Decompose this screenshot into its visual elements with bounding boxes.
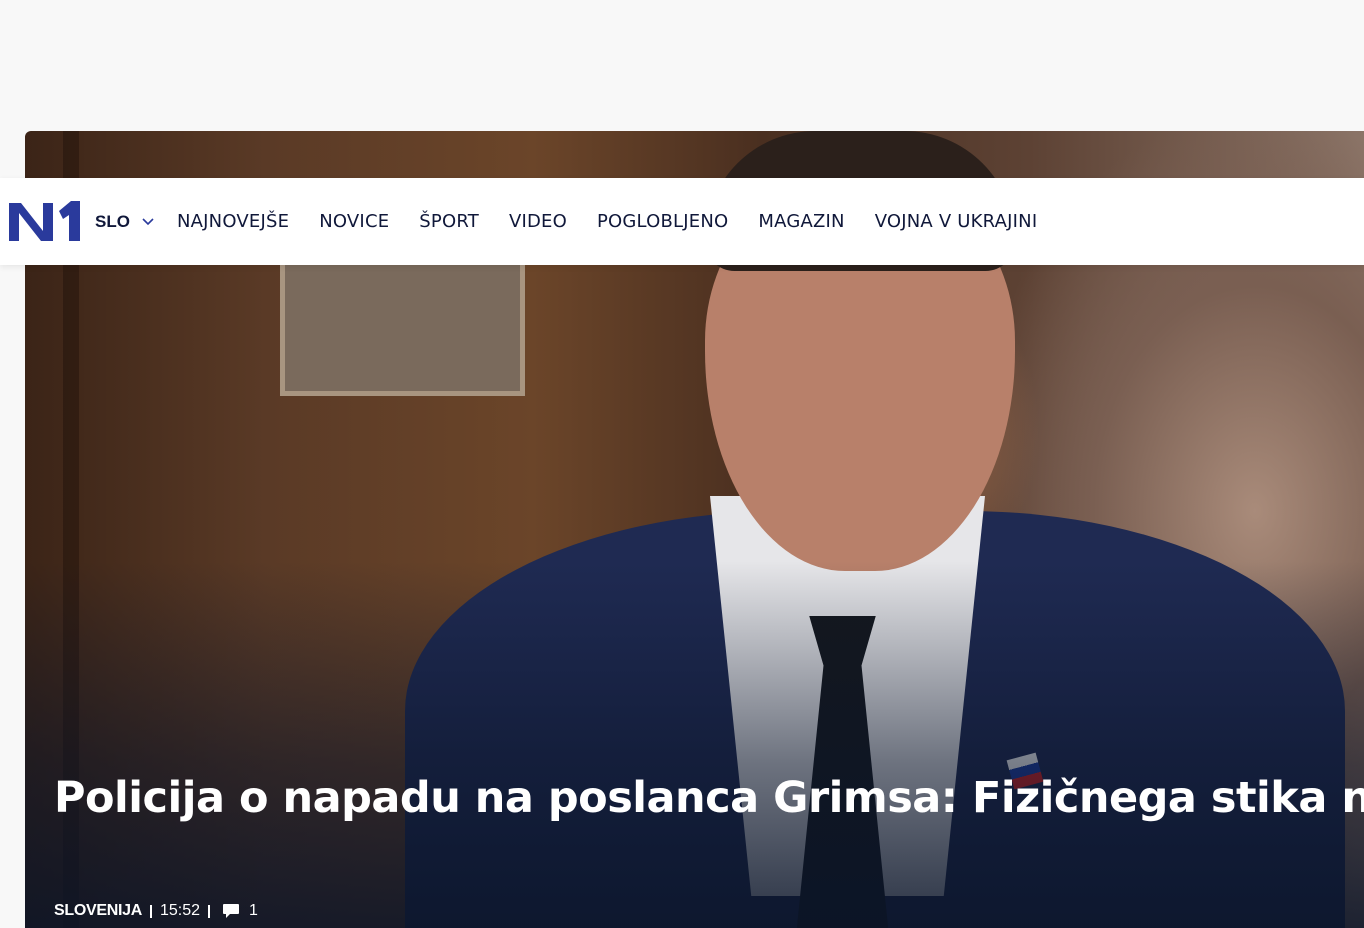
article-meta: SLOVENIJA 15:52 1 [54,901,258,921]
page: Policija o napadu na poslanca Grimsa: Fi… [0,0,1364,928]
n1-logo[interactable] [9,201,82,243]
nav-item-sport[interactable]: ŠPORT [419,211,479,232]
nav-menu: NAJNOVEJŠE NOVICE ŠPORT VIDEO POGLOBLJEN… [177,178,1067,265]
region-label: SLO [95,211,130,231]
region-selector[interactable]: SLO [95,178,154,265]
hero-gradient-overlay [25,561,1364,928]
meta-separator [208,904,211,918]
nav-item-novice[interactable]: NOVICE [319,211,389,232]
nav-item-video[interactable]: VIDEO [509,211,567,232]
meta-separator [150,904,152,918]
article-category[interactable]: SLOVENIJA [54,902,142,920]
main-navbar: SLO NAJNOVEJŠE NOVICE ŠPORT VIDEO POGLOB… [0,178,1364,265]
hero-photo-frame [280,251,525,396]
nav-item-magazin[interactable]: MAGAZIN [758,211,844,232]
nav-item-poglobljeno[interactable]: POGLOBLJENO [597,211,728,232]
article-time: 15:52 [160,902,201,919]
comment-count[interactable]: 1 [249,902,258,920]
article-headline[interactable]: Policija o napadu na poslanca Grimsa: Fi… [54,772,1364,824]
chevron-down-icon [142,217,154,225]
comment-bubble-icon[interactable] [222,903,240,919]
nav-item-vojna-v-ukrajini[interactable]: VOJNA V UKRAJINI [875,211,1038,232]
nav-item-najnovejse[interactable]: NAJNOVEJŠE [177,211,289,232]
